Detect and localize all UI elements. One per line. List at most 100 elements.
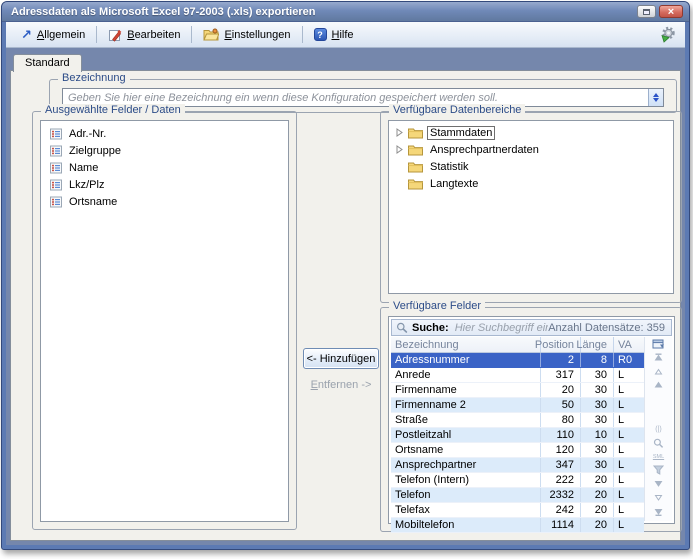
cell-va: L (614, 383, 644, 397)
expander-icon[interactable] (394, 145, 404, 154)
dialog-content: Standard Bezeichnung Geben Sie hier eine… (6, 48, 685, 545)
table-row[interactable]: Adressnummer28R0 (391, 353, 644, 368)
table-row[interactable]: Ansprechpartner34730L (391, 458, 644, 473)
cell-position: 2332 (541, 488, 581, 502)
titlebar[interactable]: Adressdaten als Microsoft Excel 97-2003 … (2, 2, 689, 22)
cell-name: Anrede (391, 368, 541, 382)
list-item[interactable]: Ortsname (41, 193, 288, 210)
move-up-icon[interactable] (651, 365, 667, 379)
tree-item[interactable]: Statistik (389, 158, 673, 175)
spinner-up-icon (653, 93, 659, 97)
spinner-down-icon (653, 98, 659, 102)
cell-name: Firmenname (391, 383, 541, 397)
table-row[interactable]: Straße8030L (391, 413, 644, 428)
folder-icon (408, 127, 423, 139)
search-input[interactable]: Hier Suchbegriff eingebe (455, 322, 549, 334)
gear-run-icon[interactable] (659, 26, 677, 43)
nav-bottom-group (651, 477, 667, 519)
list-item-label: Adr.-Nr. (69, 128, 106, 140)
cell-position: 20 (541, 383, 581, 397)
cell-length: 30 (581, 458, 614, 472)
group-data-areas: Verfügbare Datenbereiche StammdatenAnspr… (380, 111, 682, 303)
table-row[interactable]: Telefax24220L (391, 503, 644, 518)
search-label: Suche: (412, 322, 449, 334)
selected-fields-list[interactable]: Adr.-Nr. Zielgruppe NameLkz/PlzOrtsname (40, 120, 289, 522)
scroll-bottom-icon[interactable] (651, 505, 667, 519)
table-row[interactable]: Anrede31730L (391, 368, 644, 383)
group-selected-fields-label: Ausgewählte Felder / Daten (41, 104, 185, 116)
add-button[interactable]: <- Hinzufügen (303, 348, 379, 369)
move-down-icon[interactable] (651, 491, 667, 505)
cell-length: 30 (581, 368, 614, 382)
toolbar-separator (191, 26, 192, 43)
tree-item[interactable]: Langtexte (389, 175, 673, 192)
column-header-position[interactable]: Position (541, 337, 581, 352)
tab-standard[interactable]: Standard (13, 54, 82, 72)
table-row[interactable]: Firmenname 25030L (391, 398, 644, 413)
group-available-fields-label: Verfügbare Felder (389, 300, 485, 312)
toolbar-button-einstellungen[interactable]: Einstellungen (196, 26, 297, 43)
cell-position: 120 (541, 443, 581, 457)
tree-item[interactable]: Ansprechpartnerdaten (389, 141, 673, 158)
sum-icon[interactable]: SML (651, 450, 667, 464)
list-item-label: Zielgruppe (69, 145, 121, 157)
list-item[interactable]: Lkz/Plz (41, 176, 288, 193)
cell-name: Ansprechpartner (391, 458, 541, 472)
remove-button-label: Entfernen -> (311, 379, 372, 391)
toolbar-button-hilfe[interactable]: ?Hilfe (307, 26, 361, 43)
edit-icon (108, 28, 122, 42)
available-fields-panel: Suche: Hier Suchbegriff eingebe Anzahl D… (388, 316, 675, 524)
close-button[interactable]: × (659, 5, 683, 18)
cell-va: L (614, 458, 644, 472)
combo-spinner[interactable] (648, 89, 663, 106)
page-down-icon[interactable] (651, 477, 667, 491)
grid-header: BezeichnungPositionLängeVA (391, 337, 644, 353)
grid-body: Adressnummer28R0Anrede31730LFirmenname20… (391, 353, 644, 533)
group-bezeichnung-label: Bezeichnung (58, 72, 130, 84)
column-header-lnge[interactable]: Länge (581, 337, 614, 352)
toolbar-button-label: Bearbeiten (127, 29, 180, 41)
expander-icon[interactable] (394, 128, 404, 137)
table-row[interactable]: Firmenname2030L (391, 383, 644, 398)
data-areas-tree[interactable]: StammdatenAnsprechpartnerdatenStatistikL… (388, 120, 674, 294)
column-chooser-icon[interactable] (651, 338, 667, 352)
tree-item[interactable]: Stammdaten (389, 124, 673, 141)
search-bar[interactable]: Suche: Hier Suchbegriff eingebe Anzahl D… (391, 319, 672, 336)
table-row[interactable]: Telefon (Intern)22220L (391, 473, 644, 488)
list-item[interactable]: Adr.-Nr. (41, 125, 288, 142)
restore-button[interactable] (637, 5, 656, 18)
list-item[interactable]: Name (41, 159, 288, 176)
restore-icon (643, 9, 650, 15)
cell-name: Telefax (391, 503, 541, 517)
search-small-icon[interactable] (651, 436, 667, 450)
group-selected-fields: Ausgewählte Felder / Daten Adr.-Nr.Zielg… (32, 111, 297, 530)
toolbar-button-label: Hilfe (332, 29, 354, 41)
table-row[interactable]: Ortsname12030L (391, 443, 644, 458)
cell-name: Ortsname (391, 443, 541, 457)
scroll-top-icon[interactable] (651, 352, 667, 366)
toolbar-button-allgemein[interactable]: ↗Allgemein (14, 27, 92, 43)
cell-length: 10 (581, 428, 614, 442)
cell-va: L (614, 518, 644, 532)
table-row[interactable]: Postleitzahl11010L (391, 428, 644, 443)
toolbar-button-bearbeiten[interactable]: Bearbeiten (101, 26, 187, 44)
filter-icon[interactable] (651, 464, 667, 478)
page-up-icon[interactable] (651, 379, 667, 393)
list-item[interactable]: Zielgruppe (41, 142, 288, 159)
cell-position: 50 (541, 398, 581, 412)
remove-button[interactable]: Entfernen -> (303, 377, 379, 393)
cell-name: Straße (391, 413, 541, 427)
cell-name: Telefon (Intern) (391, 473, 541, 487)
cell-position: 317 (541, 368, 581, 382)
group-available-fields: Verfügbare Felder Suche: Hier Suchbegrif… (380, 307, 682, 532)
table-row[interactable]: Telefon233220L (391, 488, 644, 503)
bezeichnung-placeholder: Geben Sie hier eine Bezeichnung ein wenn… (63, 92, 648, 104)
table-row[interactable]: Mobiltelefon111420L (391, 518, 644, 533)
settings-folder-icon (203, 28, 219, 41)
column-header-bezeichnung[interactable]: Bezeichnung (391, 337, 541, 352)
cell-length: 30 (581, 413, 614, 427)
tab-strip: Standard (10, 53, 681, 71)
column-header-va[interactable]: VA (614, 337, 644, 352)
column-width-icon[interactable]: (|) (651, 423, 667, 437)
cell-position: 110 (541, 428, 581, 442)
